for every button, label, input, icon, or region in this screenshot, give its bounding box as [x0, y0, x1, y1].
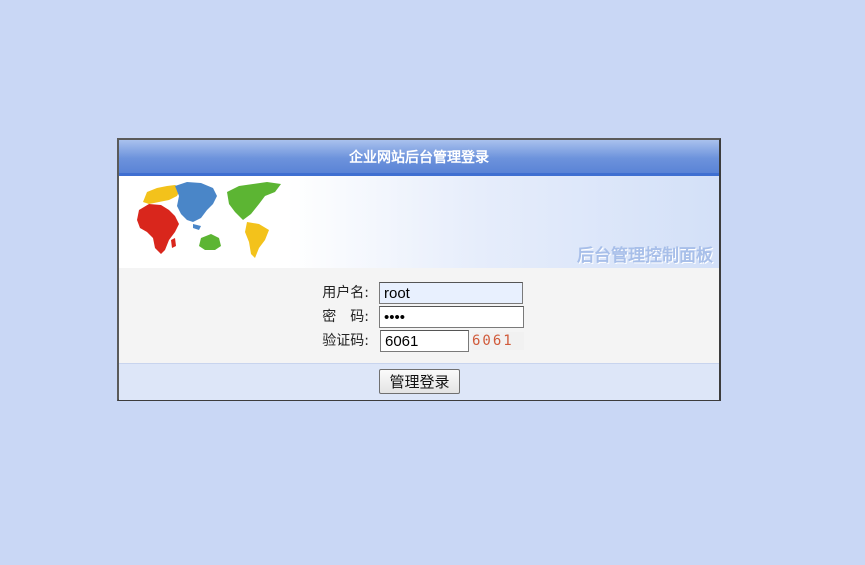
banner-caption: 后台管理控制面板 [577, 246, 713, 266]
username-label: 用户名: [322, 285, 369, 301]
login-submit-button[interactable]: 管理登录 [379, 369, 460, 394]
captcha-digit: 6061 [472, 333, 514, 349]
login-banner: 后台管理控制面板 [119, 176, 719, 268]
world-map-icon [137, 182, 281, 258]
login-panel: 企业网站后台管理登录 后台管理控制面板 用户名: 密 码: [117, 138, 721, 401]
username-input[interactable] [379, 282, 523, 304]
password-input[interactable] [379, 306, 524, 328]
login-title: 企业网站后台管理登录 [119, 140, 719, 176]
captcha-image[interactable]: 6061 [472, 332, 524, 350]
login-footer: 管理登录 [119, 363, 719, 400]
captcha-input[interactable] [380, 330, 469, 352]
password-label: 密 码: [322, 309, 369, 325]
captcha-label: 验证码: [322, 333, 369, 349]
login-form: 用户名: 密 码: 验证码: 6061 [119, 268, 719, 363]
